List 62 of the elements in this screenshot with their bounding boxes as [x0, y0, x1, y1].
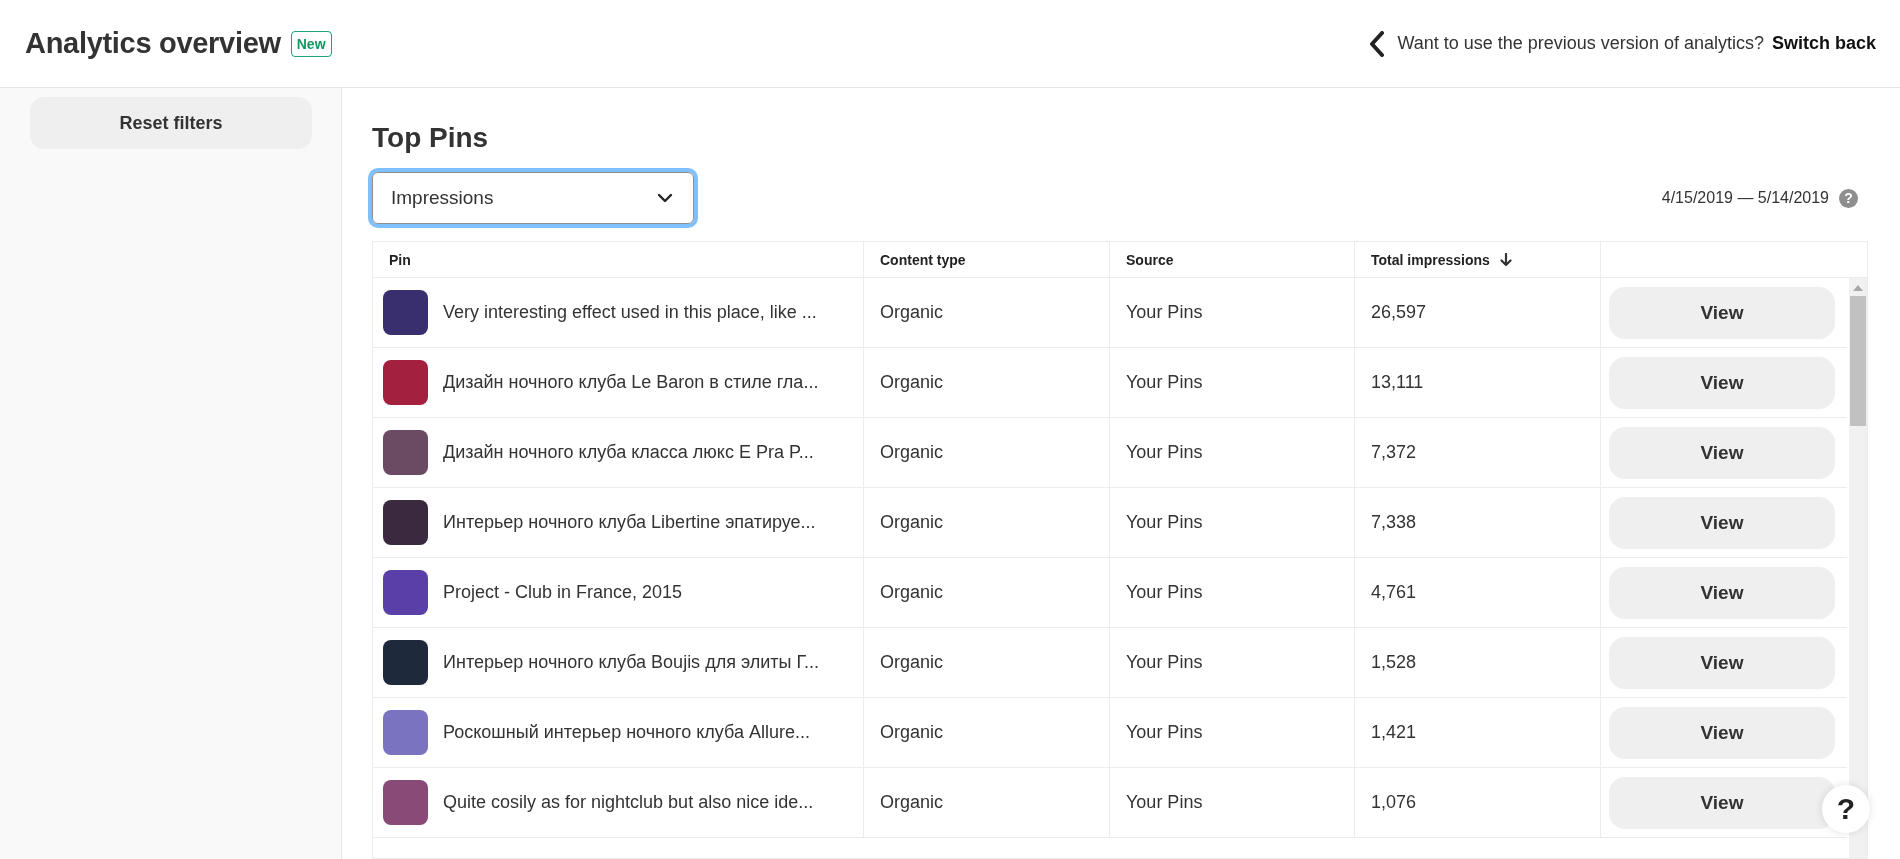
pin-image-placeholder[interactable]: [383, 500, 428, 545]
impressions-cell: 26,597: [1371, 302, 1427, 323]
impressions-cell: 7,338: [1371, 512, 1417, 533]
source-cell: Your Pins: [1126, 792, 1203, 813]
impressions-cell: 13,111: [1371, 372, 1424, 393]
content-type-cell: Organic: [880, 372, 944, 393]
column-header[interactable]: Source: [1126, 251, 1174, 268]
page-title: Analytics overview: [25, 27, 281, 60]
pin-title[interactable]: Very interesting effect used in this place, like ...: [443, 302, 817, 323]
source-cell: Your Pins: [1126, 652, 1203, 673]
content-type-cell: Organic: [880, 792, 944, 813]
pin-title[interactable]: Дизайн ночного клуба класса люкс E Pra P...: [443, 442, 814, 463]
content-type-cell: Organic: [880, 442, 944, 463]
date-range: 4/15/2019 — 5/14/2019: [1661, 189, 1829, 207]
chevron-left-icon[interactable]: [1369, 30, 1386, 57]
source-cell: Your Pins: [1126, 582, 1203, 603]
view-button[interactable]: View: [1609, 356, 1835, 409]
view-button[interactable]: View: [1609, 566, 1835, 619]
impressions-cell: 1,421: [1371, 722, 1417, 743]
column-header[interactable]: Total impressions: [1371, 251, 1490, 268]
pin-image-placeholder[interactable]: [383, 360, 428, 405]
content-type-cell: Organic: [880, 722, 944, 743]
sort-down-arrow-icon[interactable]: [1499, 252, 1512, 267]
scrollbar-thumb[interactable]: [1850, 296, 1866, 426]
pin-image-placeholder[interactable]: [383, 640, 428, 685]
source-cell: Your Pins: [1126, 512, 1203, 533]
view-button[interactable]: View: [1609, 426, 1835, 479]
pin-image-placeholder[interactable]: [383, 570, 428, 615]
view-button[interactable]: View: [1609, 776, 1835, 829]
source-cell: Your Pins: [1126, 372, 1203, 393]
pin-title[interactable]: Роскошный интерьер ночного клуба Allure...: [443, 722, 810, 743]
pin-title[interactable]: Дизайн ночного клуба Le Baron в стиле гла...: [443, 372, 819, 393]
pin-title[interactable]: Интерьер ночного клуба Boujis для элиты Г...: [443, 652, 819, 673]
reset-filters-button[interactable]: Reset filters: [30, 97, 312, 149]
column-header[interactable]: Content type: [880, 251, 966, 268]
content-type-cell: Organic: [880, 582, 944, 603]
impressions-cell: 1,076: [1371, 792, 1417, 813]
pin-image-placeholder[interactable]: [383, 780, 428, 825]
content-type-cell: Organic: [880, 302, 944, 323]
column-header[interactable]: Pin: [389, 251, 411, 268]
pin-title[interactable]: Интерьер ночного клуба Libertine эпатируе...: [443, 512, 816, 533]
view-button[interactable]: View: [1609, 496, 1835, 549]
pin-image-placeholder[interactable]: [383, 290, 428, 335]
pin-title[interactable]: Quite cosily as for nightclub but also nice ide...: [443, 792, 814, 813]
pin-title[interactable]: Project - Club in France, 2015: [443, 582, 683, 603]
chevron-down-icon: [657, 193, 673, 203]
pin-image-placeholder[interactable]: [383, 430, 428, 475]
section-title: Top Pins: [372, 122, 490, 154]
source-cell: Your Pins: [1126, 442, 1203, 463]
new-badge: New: [290, 30, 332, 57]
notice-text: Want to use the previous version of analytics?: [1397, 33, 1764, 54]
view-button[interactable]: View: [1609, 636, 1835, 689]
view-button[interactable]: View: [1609, 706, 1835, 759]
impressions-cell: 7,372: [1371, 442, 1417, 463]
switch-back-link[interactable]: Switch back: [1771, 33, 1876, 54]
impressions-cell: 4,761: [1371, 582, 1417, 603]
source-cell: Your Pins: [1126, 302, 1203, 323]
content-type-cell: Organic: [880, 652, 944, 673]
impressions-cell: 1,528: [1371, 652, 1417, 673]
content-type-cell: Organic: [880, 512, 944, 533]
source-cell: Your Pins: [1126, 722, 1203, 743]
view-button[interactable]: View: [1609, 286, 1835, 339]
